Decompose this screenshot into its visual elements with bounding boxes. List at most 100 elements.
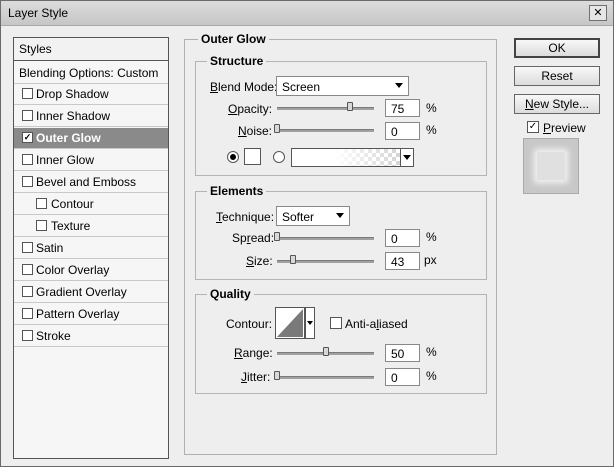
spread-slider-thumb[interactable] (274, 232, 280, 241)
quality-group (195, 294, 487, 394)
new-style-button[interactable]: New Style... (514, 94, 600, 114)
style-item-label: Gradient Overlay (36, 285, 127, 299)
style-item-label: Satin (36, 241, 64, 255)
ok-button[interactable]: OK (514, 38, 600, 58)
style-item-label: Pattern Overlay (36, 307, 120, 321)
spread-value: 0 (391, 232, 398, 246)
noise-input[interactable]: 0 (385, 122, 420, 140)
noise-slider-thumb[interactable] (274, 124, 280, 133)
style-item-checkbox[interactable] (22, 110, 33, 121)
style-item-checkbox[interactable]: ✓ (22, 132, 33, 143)
style-item-checkbox[interactable] (22, 154, 33, 165)
style-item-checkbox[interactable] (22, 88, 33, 99)
spread-unit: % (426, 230, 437, 244)
style-item-inner-shadow[interactable]: Inner Shadow (14, 106, 168, 127)
close-button[interactable]: ✕ (589, 5, 607, 21)
style-item-checkbox[interactable] (22, 264, 33, 275)
solid-color-radio[interactable] (227, 151, 239, 163)
style-item-bevel-and-emboss[interactable]: Bevel and Emboss (14, 172, 168, 193)
quality-title: Quality (207, 287, 254, 301)
style-item-outer-glow[interactable]: ✓ Outer Glow (14, 128, 168, 149)
gradient-preview (292, 149, 413, 166)
range-unit: % (426, 345, 437, 359)
range-label: Range: (234, 346, 273, 360)
style-item-label: Bevel and Emboss (36, 175, 137, 189)
technique-value: Softer (282, 210, 315, 224)
anti-aliased-label: Anti-aliased (345, 317, 408, 331)
style-item-label: Inner Glow (36, 153, 95, 167)
style-item-label: Drop Shadow (36, 87, 109, 101)
range-input[interactable]: 50 (385, 344, 420, 362)
style-item-inner-glow[interactable]: Inner Glow (14, 150, 168, 171)
window-title: Layer Style (8, 6, 69, 20)
anti-aliased-checkbox[interactable] (330, 317, 342, 329)
style-item-pattern-overlay[interactable]: Pattern Overlay (14, 304, 168, 325)
gradient-picker[interactable] (291, 148, 414, 167)
blending-options-item[interactable]: Blending Options: Custom (14, 62, 168, 84)
blend-mode-dropdown[interactable]: Screen (276, 76, 409, 96)
style-item-checkbox[interactable] (22, 242, 33, 253)
size-unit: px (424, 253, 437, 267)
jitter-value: 0 (391, 371, 398, 385)
style-item-label: Contour (51, 197, 94, 211)
style-item-contour[interactable]: Contour (14, 194, 168, 215)
jitter-label: Jitter: (241, 370, 271, 384)
contour-picker[interactable] (275, 307, 315, 339)
outer-glow-title: Outer Glow (198, 32, 269, 46)
style-item-gradient-overlay[interactable]: Gradient Overlay (14, 282, 168, 303)
style-item-label: Stroke (36, 329, 71, 343)
jitter-slider-thumb[interactable] (274, 371, 280, 380)
noise-unit: % (426, 123, 437, 137)
preview-checkbox[interactable]: ✓ (527, 121, 539, 133)
style-item-checkbox[interactable] (22, 286, 33, 297)
structure-title: Structure (207, 54, 267, 68)
opacity-input[interactable]: 75 (385, 99, 420, 117)
size-input[interactable]: 43 (385, 252, 420, 270)
style-item-checkbox[interactable] (22, 308, 33, 319)
style-preview-thumbnail (523, 138, 579, 194)
range-value: 50 (391, 347, 405, 361)
contour-curve-icon (275, 307, 315, 339)
size-slider-thumb[interactable] (290, 255, 297, 264)
opacity-value: 75 (391, 102, 405, 116)
chevron-down-icon[interactable] (400, 149, 413, 166)
size-label: Size: (246, 254, 273, 268)
contour-label: Contour: (226, 317, 273, 331)
title-bar: Layer Style ✕ (1, 1, 613, 26)
style-item-label: Outer Glow (36, 131, 101, 145)
style-item-label: Texture (51, 219, 91, 233)
blend-mode-label: Blend Mode: (210, 80, 278, 94)
spread-slider-track[interactable] (277, 237, 374, 240)
styles-header[interactable]: Styles (14, 38, 168, 61)
noise-value: 0 (391, 125, 398, 139)
chevron-down-icon (395, 83, 403, 88)
opacity-slider-thumb[interactable] (346, 102, 353, 111)
opacity-label: Opacity: (228, 102, 273, 116)
style-item-checkbox[interactable] (22, 176, 33, 187)
reset-button[interactable]: Reset (514, 66, 600, 86)
noise-slider-track[interactable] (277, 129, 374, 132)
style-item-label: Inner Shadow (36, 109, 111, 123)
style-item-checkbox[interactable] (36, 220, 47, 231)
style-item-drop-shadow[interactable]: Drop Shadow (14, 84, 168, 105)
jitter-slider-track[interactable] (277, 376, 374, 379)
opacity-slider-track[interactable] (277, 107, 374, 110)
jitter-input[interactable]: 0 (385, 368, 420, 386)
style-item-color-overlay[interactable]: Color Overlay (14, 260, 168, 281)
style-item-texture[interactable]: Texture (14, 216, 168, 237)
style-item-satin[interactable]: Satin (14, 238, 168, 259)
glow-color-swatch[interactable] (244, 148, 261, 165)
style-item-checkbox[interactable] (36, 198, 47, 209)
range-slider-thumb[interactable] (322, 347, 329, 356)
style-item-checkbox[interactable] (22, 330, 33, 341)
layer-style-dialog: Layer Style ✕ Styles Blending Options: C… (0, 0, 614, 467)
spread-input[interactable]: 0 (385, 229, 420, 247)
elements-title: Elements (207, 184, 267, 198)
styles-list: Styles Blending Options: Custom Drop Sha… (13, 37, 169, 459)
spread-label: Spread: (232, 231, 275, 245)
chevron-down-icon (336, 213, 344, 218)
gradient-radio[interactable] (273, 151, 285, 163)
technique-label: Technique: (216, 210, 275, 224)
style-item-stroke[interactable]: Stroke (14, 326, 168, 347)
technique-dropdown[interactable]: Softer (276, 206, 350, 226)
